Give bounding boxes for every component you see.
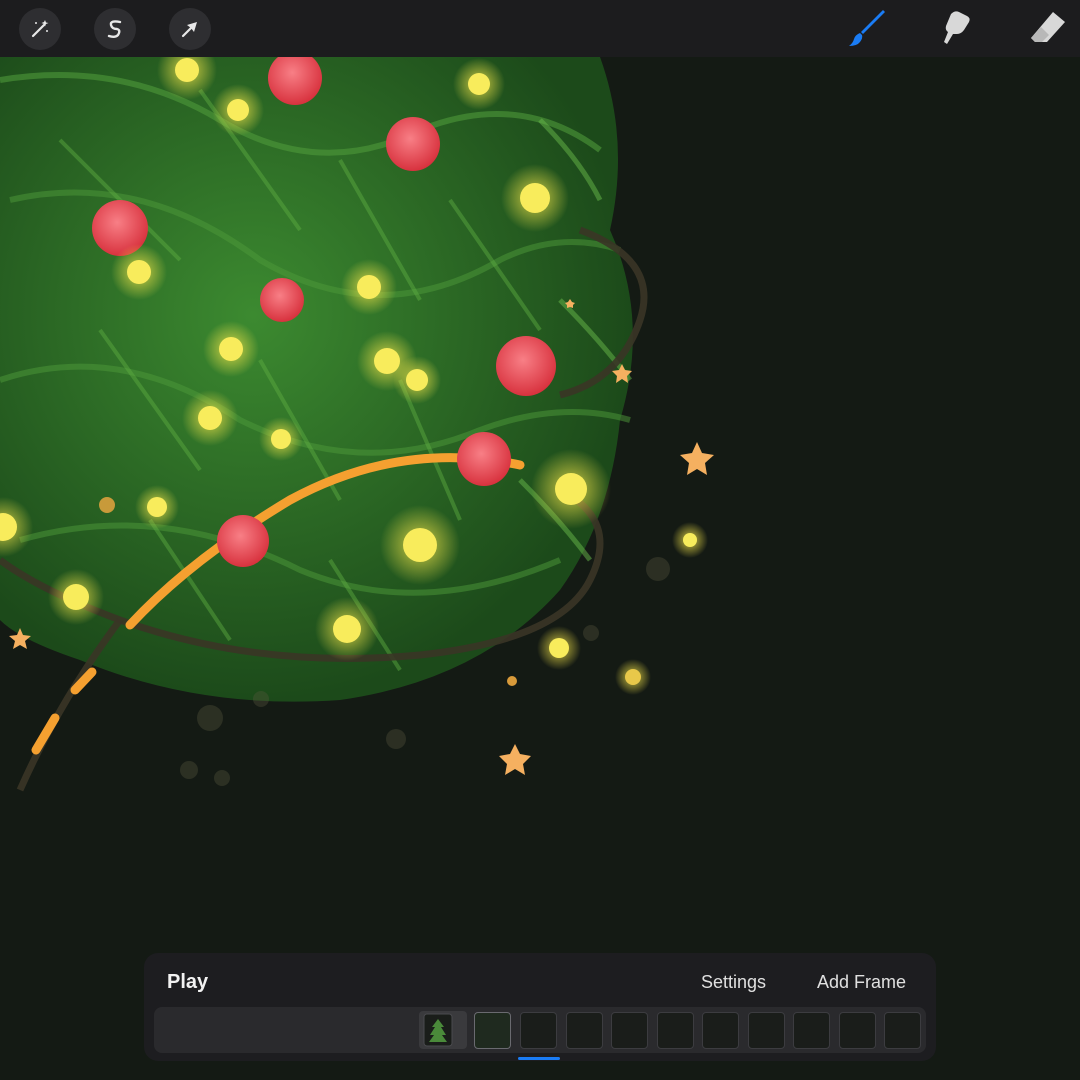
timeline-frame[interactable] xyxy=(839,1012,876,1049)
onion-skin-frame[interactable] xyxy=(419,1011,467,1049)
timeline-frame[interactable] xyxy=(748,1012,785,1049)
timeline-frame[interactable] xyxy=(520,1012,557,1049)
magic-wand-icon xyxy=(31,20,49,38)
smudge-icon xyxy=(944,11,970,45)
animation-assist-panel: Play Settings Add Frame xyxy=(144,953,936,1061)
timeline-frame[interactable] xyxy=(793,1012,830,1049)
brush-tool-button[interactable] xyxy=(845,6,889,50)
transform-button[interactable] xyxy=(169,8,211,50)
adjustments-button[interactable] xyxy=(19,8,61,50)
top-toolbar xyxy=(0,0,1080,57)
timeline-frame[interactable] xyxy=(884,1012,921,1049)
selection-button[interactable] xyxy=(94,8,136,50)
timeline-frame[interactable] xyxy=(474,1012,511,1049)
timeline-frame[interactable] xyxy=(657,1012,694,1049)
playhead-indicator xyxy=(518,1057,560,1060)
timeline-frame[interactable] xyxy=(611,1012,648,1049)
settings-button[interactable]: Settings xyxy=(701,972,766,993)
timeline-frame[interactable] xyxy=(566,1012,603,1049)
canvas-artwork[interactable] xyxy=(0,57,1080,1080)
frame-timeline[interactable] xyxy=(154,1007,926,1053)
eraser-tool-button[interactable] xyxy=(1025,6,1069,50)
smudge-tool-button[interactable] xyxy=(935,6,979,50)
add-frame-button[interactable]: Add Frame xyxy=(817,972,906,993)
timeline-frame[interactable] xyxy=(702,1012,739,1049)
transform-arrow-icon xyxy=(181,22,197,38)
tree-thumbnail-icon xyxy=(423,1013,453,1047)
brush-icon xyxy=(849,10,885,46)
play-button[interactable]: Play xyxy=(167,971,208,994)
eraser-icon xyxy=(1031,12,1065,42)
selection-s-icon xyxy=(107,20,122,38)
